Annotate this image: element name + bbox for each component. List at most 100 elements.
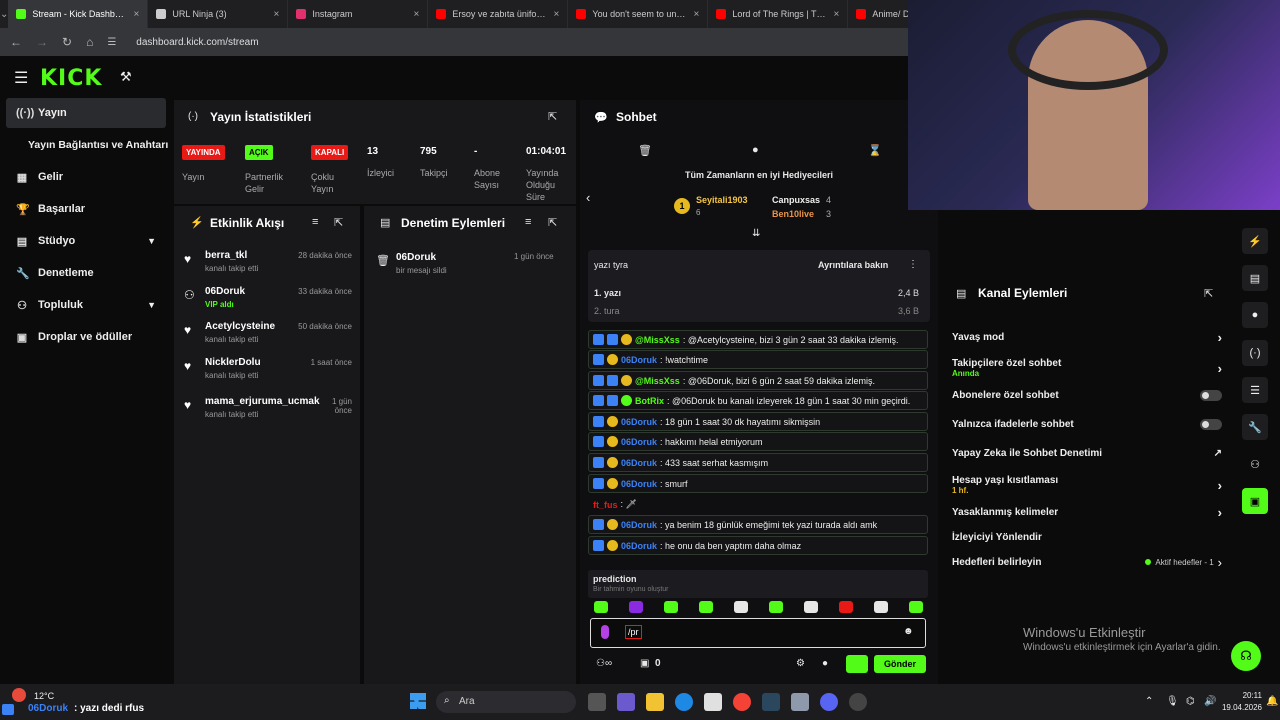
chat-message[interactable]: BotRix: @06Doruk bu kanalı izleyerek 18 … [588, 391, 928, 410]
kick-logo[interactable]: KICK [40, 66, 102, 91]
emote-icon[interactable] [804, 601, 818, 613]
popout-icon[interactable]: ⇱ [334, 216, 343, 229]
sidebar-item-droplar[interactable]: ▣ Droplar ve ödüller [6, 322, 166, 352]
forward-icon[interactable]: → [36, 35, 48, 49]
close-tab-icon[interactable]: × [134, 9, 140, 20]
menu-icon[interactable]: ☰ [14, 68, 28, 88]
chat-username[interactable]: BotRix [635, 396, 664, 406]
emote-icon[interactable] [769, 601, 783, 613]
channel-action-row[interactable]: Yasaklanmış kelimeler › [952, 505, 1222, 520]
infinity-points-icon[interactable]: ⚇∞ [596, 658, 612, 669]
tray-chevron-icon[interactable]: ⌃ [1145, 696, 1153, 707]
chat-username[interactable]: 06Doruk [621, 355, 657, 365]
emote-icon[interactable] [909, 601, 923, 613]
chat-username[interactable]: 06Doruk [621, 479, 657, 489]
chevron-down-icon[interactable]: ⇊ [752, 228, 760, 239]
send-button[interactable]: Gönder [874, 655, 926, 673]
sidebar-item-studyo[interactable]: ▤ Stüdyo ▼ [6, 226, 166, 256]
filter-icon[interactable]: ≡ [525, 216, 531, 228]
chat-message[interactable]: @MissXss: @06Doruk, bizi 6 gün 2 saat 59… [588, 371, 928, 390]
sidebar-item-yayin[interactable]: ((·)) Yayın [6, 98, 166, 128]
wrench-icon[interactable]: 🔧 [1242, 414, 1268, 440]
chrome-icon[interactable] [733, 693, 751, 711]
chat-message[interactable]: 06Doruk: ya benim 18 günlük emeğimi tek … [588, 515, 928, 534]
popout-icon[interactable]: ⇱ [548, 110, 557, 123]
channel-action-row[interactable]: Abonelere özel sohbet [952, 388, 1222, 402]
kick-bot-icon[interactable] [846, 655, 868, 673]
home-icon[interactable]: ⌂ [86, 35, 93, 49]
trash-icon[interactable]: 🗑 [638, 144, 652, 157]
chat-input[interactable]: /pr ☻ [590, 618, 926, 648]
microphone-icon[interactable] [601, 625, 609, 639]
emote-icon[interactable] [664, 601, 678, 613]
channel-action-row[interactable]: İzleyiciyi Yönlendir [952, 530, 1222, 544]
microphone-tray-icon[interactable]: 🎙 [1166, 696, 1179, 707]
chat-message[interactable]: 06Doruk: 433 saat serhat kasmışım [588, 453, 928, 472]
sidebar-item-gelir[interactable]: ▦ Gelir [6, 162, 166, 192]
url-field[interactable]: dashboard.kick.com/stream [136, 37, 258, 48]
network-icon[interactable]: ⌬ [1186, 696, 1195, 707]
emote-icon[interactable] [594, 601, 608, 613]
command-suggestion[interactable]: prediction Bir tahmin oyunu oluştur [588, 570, 928, 598]
channel-action-row[interactable]: Hesap yaşı kısıtlaması 1 hf. › [952, 472, 1222, 498]
app-icon[interactable] [617, 693, 635, 711]
notification-bell-icon[interactable]: 🔔 [1266, 696, 1278, 707]
chat-username[interactable]: 06Doruk [621, 541, 657, 551]
store-icon[interactable] [704, 693, 722, 711]
emote-icon[interactable] [874, 601, 888, 613]
close-tab-icon[interactable]: × [274, 9, 280, 20]
chat-icon[interactable]: ● [752, 144, 759, 156]
emote-icon[interactable] [629, 601, 643, 613]
file-explorer-icon[interactable] [646, 693, 664, 711]
document-icon[interactable]: ▤ [1242, 265, 1268, 291]
chevron-left-icon[interactable]: ‹ [586, 190, 590, 205]
filter-icon[interactable]: ≡ [312, 216, 318, 228]
list-icon[interactable]: ☰ [1242, 377, 1268, 403]
emote-icon[interactable] [699, 601, 713, 613]
toggle-switch[interactable] [1200, 418, 1222, 430]
browser-tab[interactable]: Lord of The Rings | The S × [708, 0, 849, 28]
emote-icon[interactable] [734, 601, 748, 613]
task-view-icon[interactable] [588, 693, 606, 711]
channel-action-row[interactable]: Hedefleri belirleyin Aktif hedefler - 1 › [952, 555, 1222, 570]
chat-username[interactable]: @MissXss [635, 335, 680, 345]
sidebar-item-topluluk[interactable]: ⚇ Topluluk ▼ [6, 290, 166, 320]
chat-username[interactable]: 06Doruk [621, 417, 657, 427]
obs-icon[interactable] [849, 693, 867, 711]
settings-icon[interactable]: ⚙ [796, 658, 805, 669]
chat-message[interactable]: @MissXss: @Acetylcysteine, bizi 3 gün 2 … [588, 330, 928, 349]
community-icon[interactable]: ⚇ [1242, 451, 1268, 477]
edge-icon[interactable] [675, 693, 693, 711]
tab-search-icon[interactable]: ⌄ [0, 9, 8, 20]
poll-details-link[interactable]: Ayrıntılara bakın [818, 260, 888, 270]
steam-icon[interactable] [762, 693, 780, 711]
popout-icon[interactable]: ⇱ [1204, 287, 1213, 300]
close-tab-icon[interactable]: × [414, 9, 420, 20]
hourglass-icon[interactable]: ⌛ [868, 144, 882, 157]
taskbar-search[interactable]: ⌕ Ara [436, 691, 576, 713]
app-icon[interactable] [791, 693, 809, 711]
chat-message[interactable]: 06Doruk: 18 gün 1 saat 30 dk hayatımı si… [588, 412, 928, 431]
lightning-icon[interactable]: ⚡ [1242, 228, 1268, 254]
chat-users-icon[interactable]: ● [822, 658, 828, 669]
hammer-icon[interactable]: ⚒ [120, 69, 132, 85]
browser-tab[interactable]: Ersoy ve zabıta üniformas × [428, 0, 569, 28]
sidebar-item-stream-key[interactable]: Yayın Bağlantısı ve Anahtarı [18, 130, 178, 160]
close-tab-icon[interactable]: × [554, 9, 560, 20]
chat-message[interactable]: 06Doruk: !watchtime [588, 350, 928, 369]
popout-icon[interactable]: ⇱ [548, 216, 557, 229]
chat-username[interactable]: 06Doruk [621, 437, 657, 447]
extension-icon[interactable]: ▣ [1242, 488, 1268, 514]
close-tab-icon[interactable]: × [694, 9, 700, 20]
channel-action-row[interactable]: Takipçilere özel sohbet Anında › [952, 355, 1222, 381]
sidebar-item-denetleme[interactable]: 🔧 Denetleme [6, 258, 166, 288]
chat-username[interactable]: 06Doruk [621, 458, 657, 468]
emote-icon[interactable] [839, 601, 853, 613]
channel-action-row[interactable]: Yavaş mod › [952, 330, 1222, 345]
browser-tab[interactable]: URL Ninja (3) × [148, 0, 289, 28]
browser-tab[interactable]: Stream - Kick Dashboard × [8, 0, 149, 28]
chat-message[interactable]: ft_fus: 🗡 [588, 495, 928, 514]
chat-message[interactable]: 06Doruk: hakkımı helal etmiyorum [588, 432, 928, 451]
chat-username[interactable]: ft_fus [593, 500, 618, 510]
close-tab-icon[interactable]: × [834, 9, 840, 20]
